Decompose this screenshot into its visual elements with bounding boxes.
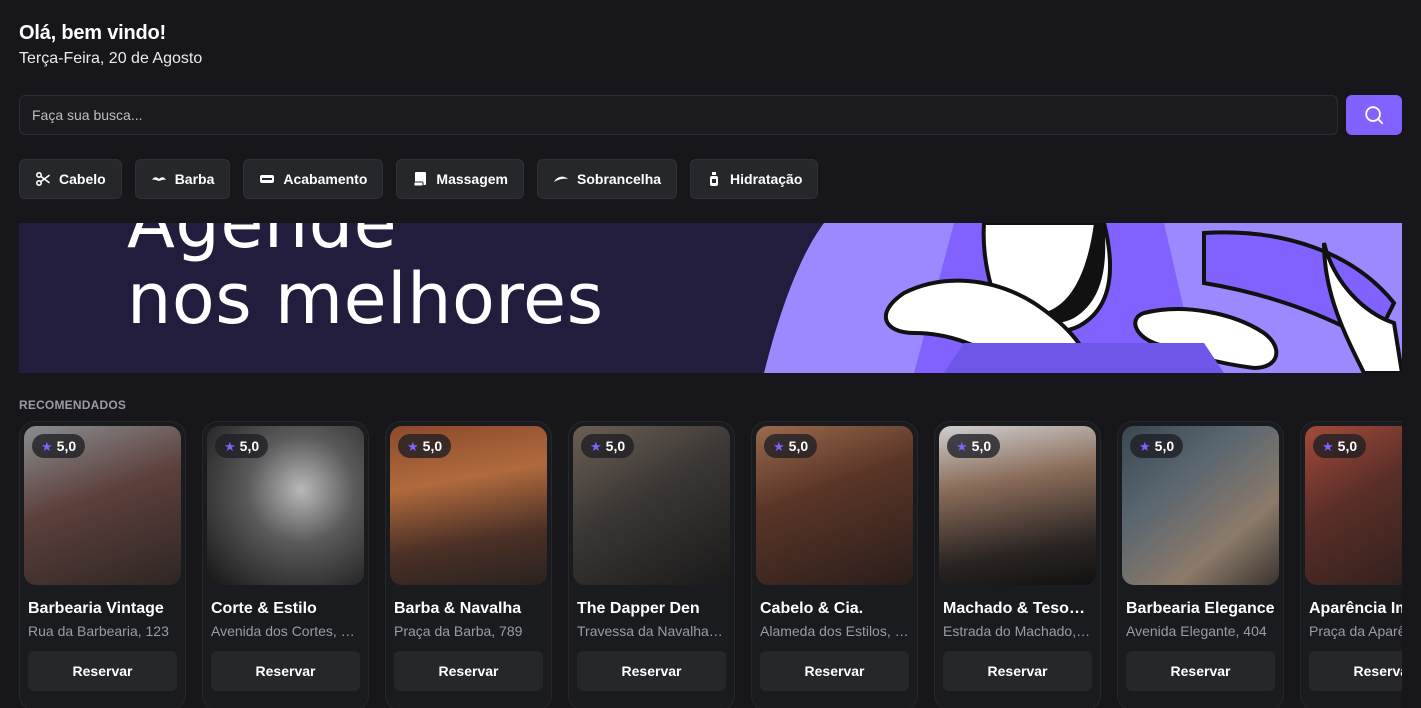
category-chip-label: Hidratação [730, 171, 803, 187]
barbershop-address: Praça da Aparência, 505 [1309, 623, 1402, 639]
search-button[interactable] [1346, 95, 1402, 135]
rating-value: 5,0 [422, 438, 443, 454]
barbershop-address: Praça da Barba, 789 [394, 623, 523, 639]
barbershop-name: Corte & Estilo [211, 600, 317, 617]
barbershop-photo: ★ 5,0 [390, 426, 547, 585]
search-input[interactable] [19, 95, 1338, 135]
barbershop-photo: ★ 5,0 [939, 426, 1096, 585]
barbershop-card[interactable]: ★5,0 Aparência Impecável Praça da Aparên… [1300, 421, 1402, 708]
category-chip-label: Barba [174, 171, 215, 187]
section-title-recommended: RECOMENDADOS [19, 398, 127, 412]
rating-badge: ★ 5,0 [581, 434, 635, 458]
recommended-carousel[interactable]: ★ 5,0 Barbearia Vintage Rua da Barbearia,… [19, 421, 1402, 708]
barbershop-card[interactable]: ★ 5,0 Corte & Estilo Avenida dos Cortes, … [202, 421, 369, 708]
reserve-button[interactable]: Reservar [394, 651, 543, 691]
star-icon: ★ [590, 438, 602, 454]
eyebrow-icon [553, 171, 569, 187]
barbershop-address: Rua da Barbearia, 123 [28, 623, 169, 639]
banner-line-1: Agende [127, 223, 398, 264]
category-chip-acabamento[interactable]: Acabamento [243, 159, 384, 199]
star-icon: ★ [41, 438, 53, 454]
reserve-button[interactable]: Reservar [1309, 651, 1402, 691]
barbershop-card[interactable]: ★ 5,0 Cabelo & Cia. Alameda dos Estilos, … [751, 421, 918, 708]
rating-badge: ★ 5,0 [215, 434, 269, 458]
lotion-bottle-icon [706, 171, 722, 187]
reserve-button[interactable]: Reservar [943, 651, 1092, 691]
rating-value: 5,0 [56, 438, 77, 454]
reserve-button[interactable]: Reservar [211, 651, 360, 691]
reserve-button[interactable]: Reservar [760, 651, 909, 691]
barbershop-address: Travessa da Navalha, 101 [577, 623, 730, 639]
barbershop-address: Estrada do Machado, 303 [943, 623, 1096, 639]
rating-badge: ★ 5,0 [32, 434, 86, 458]
barbershop-card[interactable]: ★ 5,0 The Dapper Den Travessa da Navalha,… [568, 421, 735, 708]
barbershop-photo: ★ 5,0 [756, 426, 913, 585]
barbershop-address: Alameda dos Estilos, 202 [760, 623, 913, 639]
category-chip-barba[interactable]: Barba [134, 159, 231, 199]
rating-badge: ★ 5,0 [764, 434, 818, 458]
star-icon: ★ [1322, 438, 1334, 454]
barbershop-photo: ★ 5,0 [1305, 426, 1402, 585]
category-chips: Cabelo Barba Acabamento Massagem Sobranc… [19, 159, 819, 199]
barbershop-photo: ★ 5,0 [24, 426, 181, 585]
category-chip-label: Sobrancelha [577, 171, 662, 187]
rating-value: 5,0 [239, 438, 260, 454]
rating-value: 5,0 [605, 438, 626, 454]
greeting-title: Olá, bem vindo! [19, 22, 167, 44]
barbershop-card[interactable]: ★ 5,0 Barbearia Vintage Rua da Barbearia,… [19, 421, 186, 708]
scissors-icon [35, 171, 51, 187]
promo-banner: Agende nos melhores [19, 223, 1402, 373]
reserve-button[interactable]: Reservar [28, 651, 177, 691]
barbershop-card[interactable]: ★ 5,0 Barbearia Elegance Avenida Elegante… [1117, 421, 1284, 708]
barbershop-address: Avenida dos Cortes, 456 [211, 623, 364, 639]
search-icon [1363, 104, 1385, 126]
barbershop-name: Aparência Impecável [1309, 600, 1402, 617]
banner-line-2: nos melhores [127, 258, 604, 340]
banner-headline: Agende nos melhores [127, 223, 604, 337]
reserve-button[interactable]: Reservar [577, 651, 726, 691]
category-chip-hidratacao[interactable]: Hidratação [690, 159, 819, 199]
category-chip-cabelo[interactable]: Cabelo [19, 159, 122, 199]
category-chip-sobrancelha[interactable]: Sobrancelha [537, 159, 678, 199]
rating-value: 5,0 [971, 438, 992, 454]
category-chip-label: Acabamento [283, 171, 368, 187]
barber-illustration [764, 223, 1402, 373]
star-icon: ★ [1139, 438, 1151, 454]
star-icon: ★ [773, 438, 785, 454]
barbershop-name: The Dapper Den [577, 600, 700, 617]
rating-badge: ★ 5,0 [1313, 434, 1367, 458]
current-date: Terça-Feira, 20 de Agosto [19, 50, 203, 67]
reserve-button[interactable]: Reservar [1126, 651, 1275, 691]
category-chip-label: Massagem [436, 171, 508, 187]
rating-badge: ★ 5,0 [398, 434, 452, 458]
razor-icon [259, 171, 275, 187]
category-chip-massagem[interactable]: Massagem [396, 159, 524, 199]
barbershop-photo: ★ 5,0 [207, 426, 364, 585]
barbershop-address: Avenida Elegante, 404 [1126, 623, 1267, 639]
category-chip-label: Cabelo [59, 171, 106, 187]
rating-value: 5,0 [1337, 438, 1358, 454]
rating-badge: ★ 5,0 [1130, 434, 1184, 458]
star-icon: ★ [956, 438, 968, 454]
mustache-icon [151, 171, 167, 187]
barbershop-card[interactable]: ★ 5,0 Machado & Tesoura Estrada do Machad… [934, 421, 1101, 708]
towel-icon [412, 171, 428, 187]
rating-value: 5,0 [1154, 438, 1175, 454]
barbershop-name: Cabelo & Cia. [760, 600, 864, 617]
barbershop-name: Machado & Tesoura [943, 600, 1094, 617]
barbershop-photo: ★ 5,0 [573, 426, 730, 585]
barbershop-name: Barba & Navalha [394, 600, 522, 617]
rating-value: 5,0 [788, 438, 809, 454]
rating-badge: ★ 5,0 [947, 434, 1001, 458]
star-icon: ★ [224, 438, 236, 454]
barbershop-name: Barbearia Elegance [1126, 600, 1275, 617]
barbershop-card[interactable]: ★ 5,0 Barba & Navalha Praça da Barba, 789… [385, 421, 552, 708]
barbershop-name: Barbearia Vintage [28, 600, 164, 617]
star-icon: ★ [407, 438, 419, 454]
barbershop-photo: ★ 5,0 [1122, 426, 1279, 585]
